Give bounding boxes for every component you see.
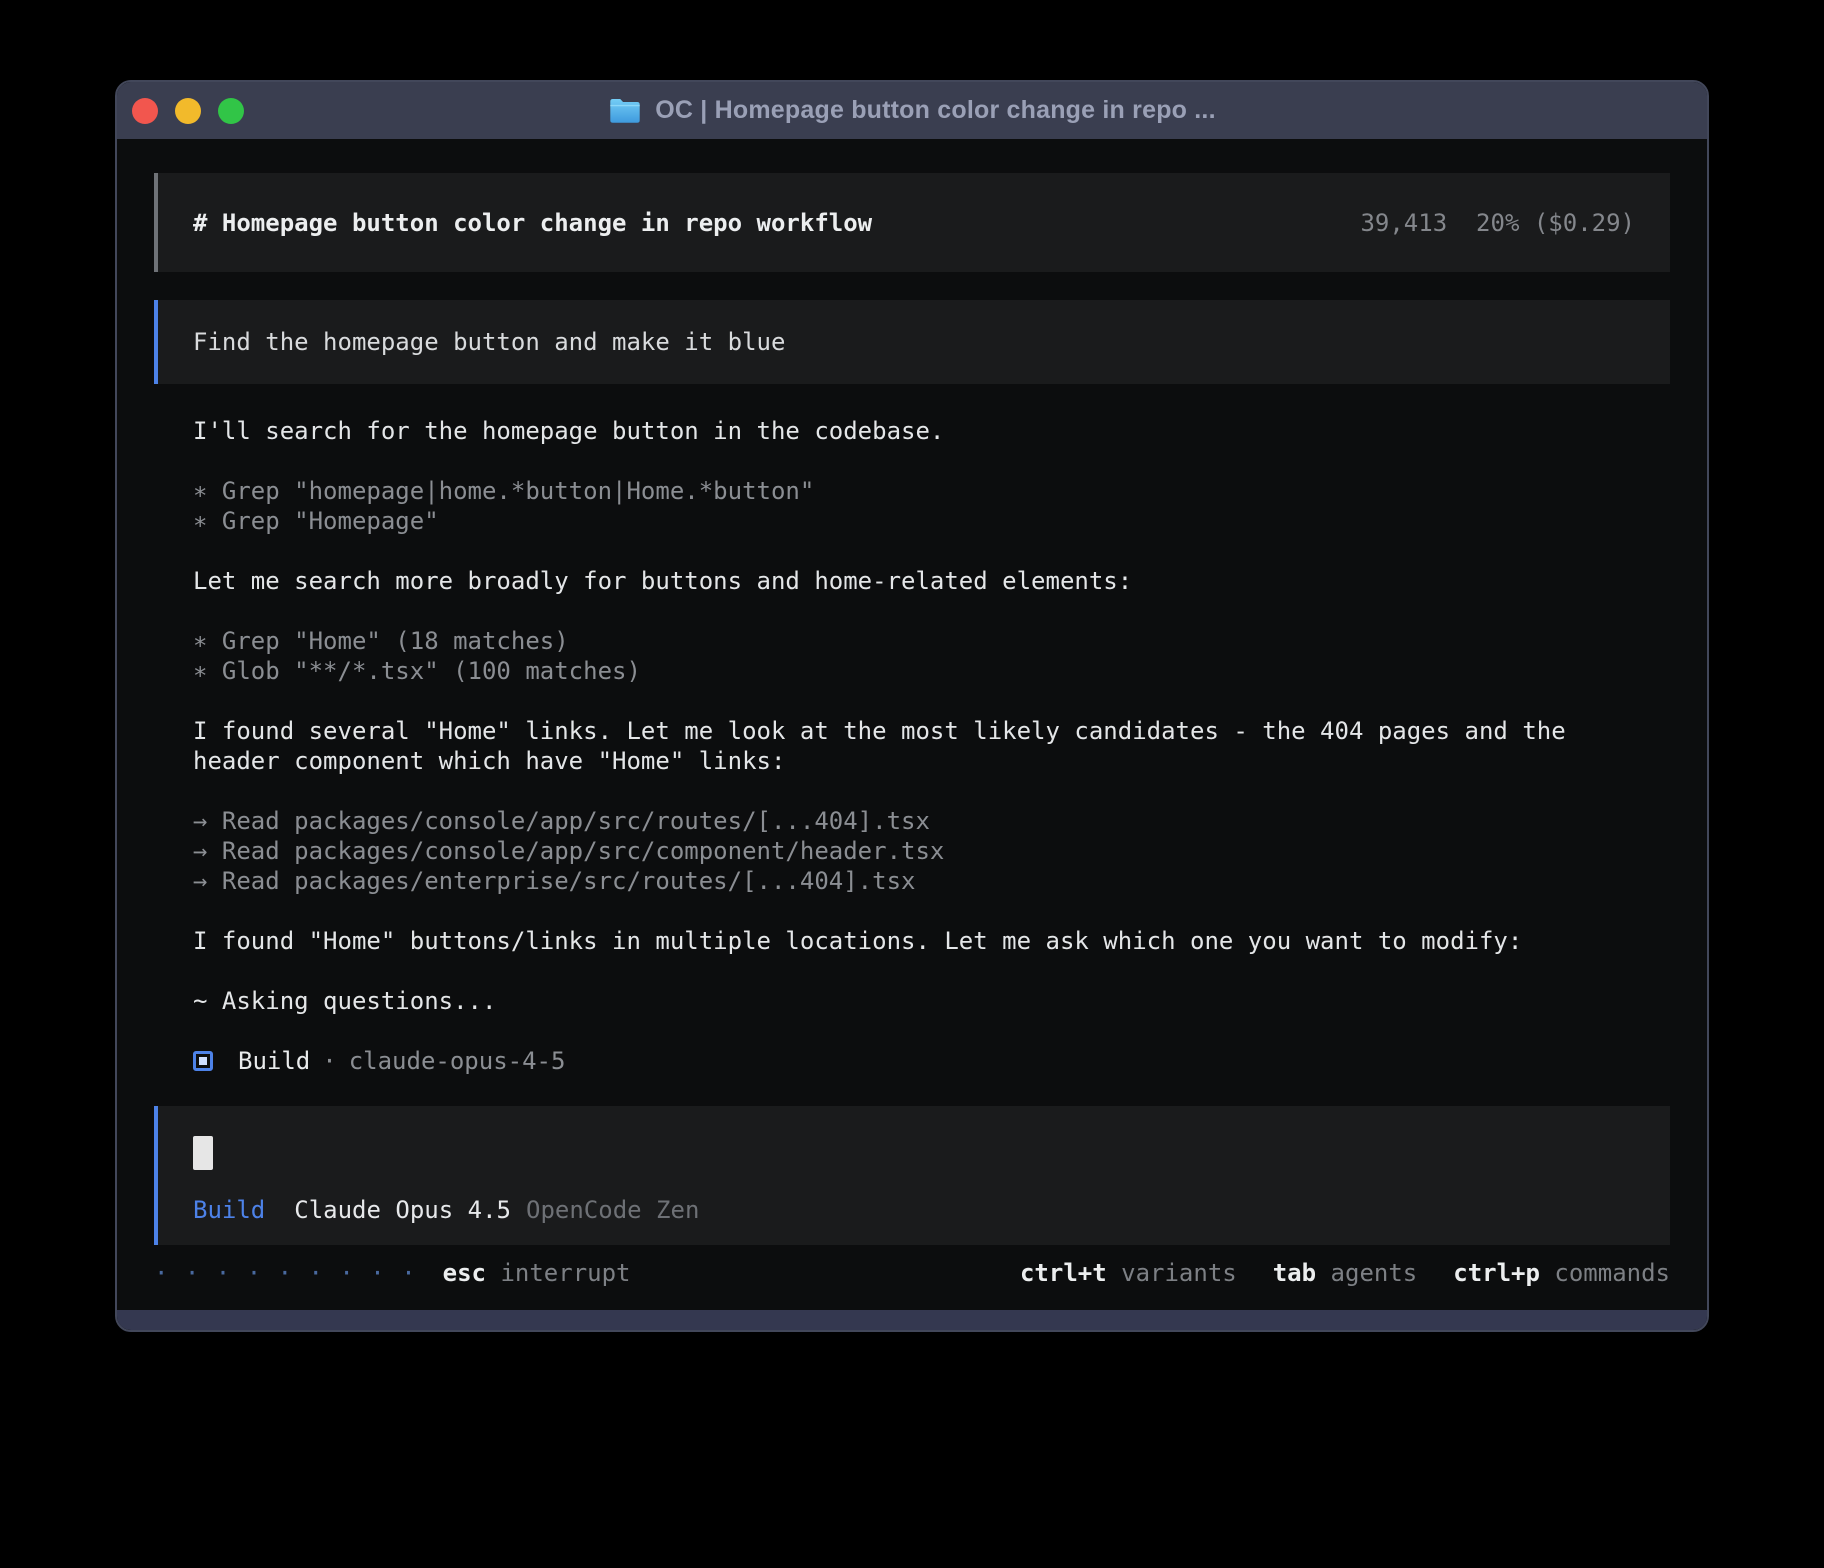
mode-label: Build [193,1195,265,1225]
tool-call-grep: ∗ Grep "Homepage" [193,506,1624,536]
assistant-text: I found several "Home" links. Let me loo… [193,716,1624,776]
blank-line [193,776,1624,806]
close-button[interactable] [132,98,158,124]
blank-line [193,686,1624,716]
model-label: Claude Opus 4.5 [294,1195,511,1225]
spinner-dots-icon: · · · · · · · · · [154,1258,417,1288]
blank-line [193,1016,1624,1046]
session-stats: 39,413 20% ($0.29) [1360,208,1635,238]
blank-line [193,596,1624,626]
terminal-window: OC | Homepage button color change in rep… [115,80,1709,1332]
user-message: Find the homepage button and make it blu… [154,300,1670,384]
blank-line [193,896,1624,926]
terminal-content: # Homepage button color change in repo w… [117,139,1707,1310]
agent-name: Build [238,1046,310,1076]
titlebar-title-group: OC | Homepage button color change in rep… [608,96,1215,125]
tool-call-grep: ∗ Grep "homepage|home.*button|Home.*butt… [193,476,1624,506]
tool-call-read: → Read packages/console/app/src/componen… [193,836,1624,866]
blank-line [193,956,1624,986]
session-title: # Homepage button color change in repo w… [193,208,872,238]
interrupt-label: interrupt [486,1258,631,1288]
agent-model: claude-opus-4-5 [349,1046,566,1076]
tool-call-read: → Read packages/console/app/src/routes/[… [193,806,1624,836]
prompt-input[interactable]: Build Claude Opus 4.5 OpenCode Zen [154,1106,1670,1245]
session-header: # Homepage button color change in repo w… [154,173,1670,272]
provider-label: OpenCode Zen [526,1195,699,1225]
user-message-text: Find the homepage button and make it blu… [193,327,785,357]
hint-agents: tab agents [1273,1258,1418,1288]
folder-icon [608,97,642,125]
editor-statusline: Build Claude Opus 4.5 OpenCode Zen [193,1195,1635,1225]
agent-icon [193,1051,213,1071]
assistant-text: I'll search for the homepage button in t… [193,416,1624,446]
tool-call-glob: ∗ Glob "**/*.tsx" (100 matches) [193,656,1624,686]
status-bar: · · · · · · · · · esc interrupt ctrl+t v… [154,1258,1670,1288]
statusbar-left: · · · · · · · · · esc interrupt [154,1258,631,1288]
working-status: ~ Asking questions... [193,986,1624,1016]
assistant-text: I found "Home" buttons/links in multiple… [193,926,1624,956]
transcript: I'll search for the homepage button in t… [154,416,1624,1076]
hint-commands: ctrl+p commands [1453,1258,1670,1288]
blank-line [193,446,1624,476]
traffic-lights [132,82,244,139]
zoom-button[interactable] [218,98,244,124]
tool-call-grep: ∗ Grep "Home" (18 matches) [193,626,1624,656]
agent-badge: Build · claude-opus-4-5 [193,1046,1624,1076]
minimize-button[interactable] [175,98,201,124]
blank-line [193,536,1624,566]
tool-call-read: → Read packages/enterprise/src/routes/[.… [193,866,1624,896]
titlebar: OC | Homepage button color change in rep… [117,82,1707,139]
agent-separator: · [322,1046,336,1076]
statusbar-right: ctrl+t variants tab agents ctrl+p comman… [1020,1258,1670,1288]
window-bottom-strip [117,1310,1707,1330]
assistant-text: Let me search more broadly for buttons a… [193,566,1624,596]
esc-key-hint: esc [443,1258,486,1288]
window-title: OC | Homepage button color change in rep… [655,96,1215,125]
hint-variants: ctrl+t variants [1020,1258,1237,1288]
text-cursor [193,1136,213,1170]
